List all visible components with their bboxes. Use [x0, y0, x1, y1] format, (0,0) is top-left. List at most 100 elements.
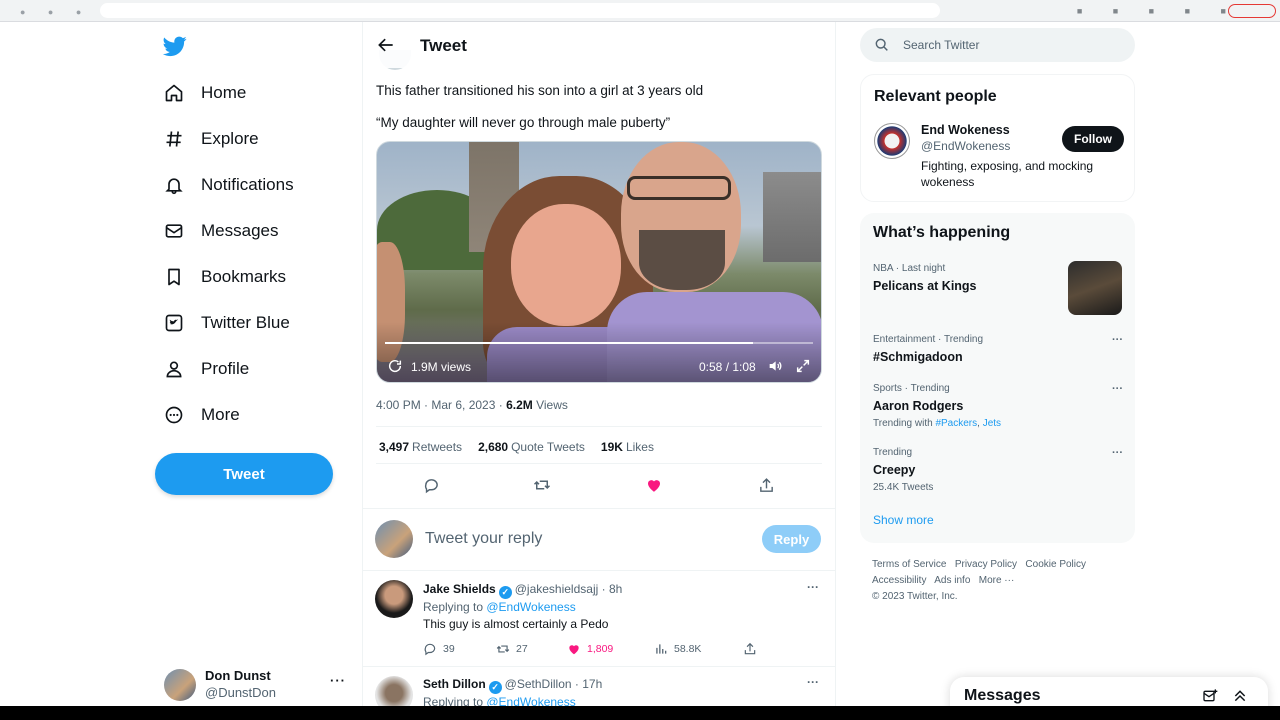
nav-label: Notifications — [201, 175, 294, 194]
replying-to-link[interactable]: @EndWokeness — [486, 695, 575, 706]
fullscreen-icon[interactable] — [795, 358, 811, 374]
tweet-views-count: 6.2M — [506, 398, 533, 412]
nav-item-more[interactable]: More — [163, 400, 240, 430]
chevron-up-icon[interactable] — [1232, 688, 1248, 704]
nav-label: Messages — [201, 221, 279, 240]
home-icon — [163, 82, 185, 104]
show-more-link[interactable]: Show more — [873, 513, 934, 527]
tweet-text-line: “My daughter will never go through male … — [376, 115, 671, 130]
browser-nav-icons[interactable]: ● ● ● — [20, 7, 91, 17]
trend-meta: Trending — [873, 447, 913, 458]
footer-link[interactable]: Cookie Policy — [1025, 559, 1086, 570]
likes-stat[interactable]: 19K Likes — [601, 440, 654, 454]
account-name: Don Dunst — [205, 668, 271, 683]
like-icon — [569, 645, 579, 655]
envelope-icon — [163, 220, 185, 242]
nav-label: Profile — [201, 359, 250, 378]
reply-author: Jake Shields ✓ @jakeshieldsajj · 8h — [423, 582, 623, 599]
trend-link[interactable]: #Packers — [935, 418, 977, 429]
person-icon — [163, 358, 185, 380]
replying-to-link[interactable]: @EndWokeness — [486, 600, 575, 614]
trend-thumbnail[interactable] — [1068, 261, 1122, 315]
avatar[interactable] — [874, 123, 910, 159]
like-count[interactable]: 1,809 — [567, 642, 613, 656]
nav-item-twitter-blue[interactable]: Twitter Blue — [163, 308, 290, 338]
extension-icons[interactable]: ■ ■ ■ ■ ■ — [1077, 6, 1240, 16]
more-options-icon[interactable]: ··· — [330, 673, 346, 688]
trend-item[interactable]: Trending Creepy 25.4K Tweets ··· — [873, 447, 1123, 493]
browser-profile-button[interactable] — [1228, 4, 1276, 18]
footer-link[interactable]: Accessibility — [872, 575, 926, 586]
column-divider — [835, 22, 836, 706]
video-frame-man-glasses — [627, 176, 731, 200]
twitter-blue-icon — [163, 312, 185, 334]
tweet-time[interactable]: 4:00 PM · Mar 6, 2023 · — [376, 398, 506, 412]
search-input[interactable]: Search Twitter — [903, 38, 979, 52]
messages-drawer[interactable]: Messages — [950, 677, 1268, 706]
nav-label: Explore — [201, 129, 259, 148]
nav-item-notifications[interactable]: Notifications — [163, 170, 294, 200]
like-icon[interactable] — [644, 475, 664, 495]
compose-tweet-button[interactable]: Tweet — [155, 453, 333, 495]
nav-item-home[interactable]: Home — [163, 78, 246, 108]
tweet-stats: 3,497 Retweets 2,680 Quote Tweets 19K Likes — [379, 440, 654, 454]
nav-label: Twitter Blue — [201, 313, 290, 332]
tweet-text-line: This father transitioned his son into a … — [376, 83, 704, 98]
retweet-count[interactable]: 27 — [496, 642, 528, 656]
footer-link[interactable]: Ads info — [934, 575, 970, 586]
reply-input[interactable]: Tweet your reply — [425, 530, 542, 548]
reply-button[interactable]: Reply — [762, 525, 821, 553]
trend-item[interactable]: Sports · Trending Aaron Rodgers Trending… — [873, 383, 1123, 429]
trend-link[interactable]: Jets — [983, 418, 1001, 429]
reply-text: This guy is almost certainly a Pedo — [423, 617, 609, 631]
retweet-icon[interactable] — [532, 475, 552, 495]
bookmark-icon — [163, 266, 185, 288]
retweets-stat[interactable]: 3,497 Retweets — [379, 440, 462, 454]
avatar — [164, 669, 196, 701]
trend-item[interactable]: Entertainment · Trending #Schmigadoon ··… — [873, 334, 1123, 364]
video-player[interactable]: 1.9M views 0:58 / 1:08 — [376, 141, 822, 383]
footer-link[interactable]: Terms of Service — [872, 559, 946, 570]
views-count[interactable]: 58.8K — [654, 642, 701, 656]
screen: ● ● ● ■ ■ ■ ■ ■ Home Explore Notificatio… — [0, 0, 1280, 720]
panel-title: Relevant people — [874, 88, 997, 105]
video-progress-bar[interactable] — [385, 342, 813, 344]
quote-tweets-stat[interactable]: 2,680 Quote Tweets — [478, 440, 585, 454]
search-icon — [875, 38, 888, 51]
more-options-icon[interactable]: ··· — [1112, 383, 1123, 395]
reply-tweet[interactable]: Seth Dillon ✓ @SethDillon · 17h ··· Replyi… — [363, 666, 835, 706]
account-handle: @DunstDon — [205, 685, 277, 700]
new-message-icon[interactable] — [1202, 688, 1218, 704]
share-button[interactable] — [743, 642, 757, 656]
volume-icon[interactable] — [767, 358, 783, 374]
more-options-icon[interactable]: ··· — [807, 675, 819, 689]
share-icon[interactable] — [756, 475, 776, 495]
nav-item-profile[interactable]: Profile — [163, 354, 249, 384]
person-name[interactable]: End Wokeness — [921, 123, 1010, 137]
footer-link[interactable]: More ··· — [979, 575, 1015, 586]
twitter-logo-icon[interactable] — [162, 34, 188, 58]
account-switcher[interactable]: Don Dunst @DunstDon ··· — [164, 667, 349, 703]
nav-item-bookmarks[interactable]: Bookmarks — [163, 262, 286, 292]
tweet-views-label: Views — [532, 398, 568, 412]
replay-icon[interactable] — [387, 358, 403, 374]
more-options-icon[interactable]: ··· — [807, 580, 819, 594]
video-time: 0:58 / 1:08 — [699, 360, 756, 374]
bell-icon — [163, 174, 185, 196]
back-arrow-icon[interactable] — [376, 35, 396, 55]
more-options-icon[interactable]: ··· — [1112, 447, 1123, 459]
address-bar[interactable] — [100, 3, 940, 18]
nav-item-explore[interactable]: Explore — [163, 124, 259, 154]
avatar[interactable] — [375, 580, 413, 618]
avatar[interactable] — [375, 676, 413, 706]
reply-icon[interactable] — [421, 475, 441, 495]
footer-link[interactable]: Privacy Policy — [955, 559, 1017, 570]
search-bar[interactable]: Search Twitter — [860, 28, 1135, 62]
reply-tweet[interactable]: Jake Shields ✓ @jakeshieldsajj · 8h ··· Re… — [363, 570, 835, 666]
verified-badge-icon: ✓ — [498, 586, 512, 599]
reply-count[interactable]: 39 — [423, 642, 455, 656]
follow-button[interactable]: Follow — [1062, 126, 1124, 152]
verified-badge-icon: ✓ — [488, 681, 502, 694]
nav-item-messages[interactable]: Messages — [163, 216, 278, 246]
more-options-icon[interactable]: ··· — [1112, 334, 1123, 346]
